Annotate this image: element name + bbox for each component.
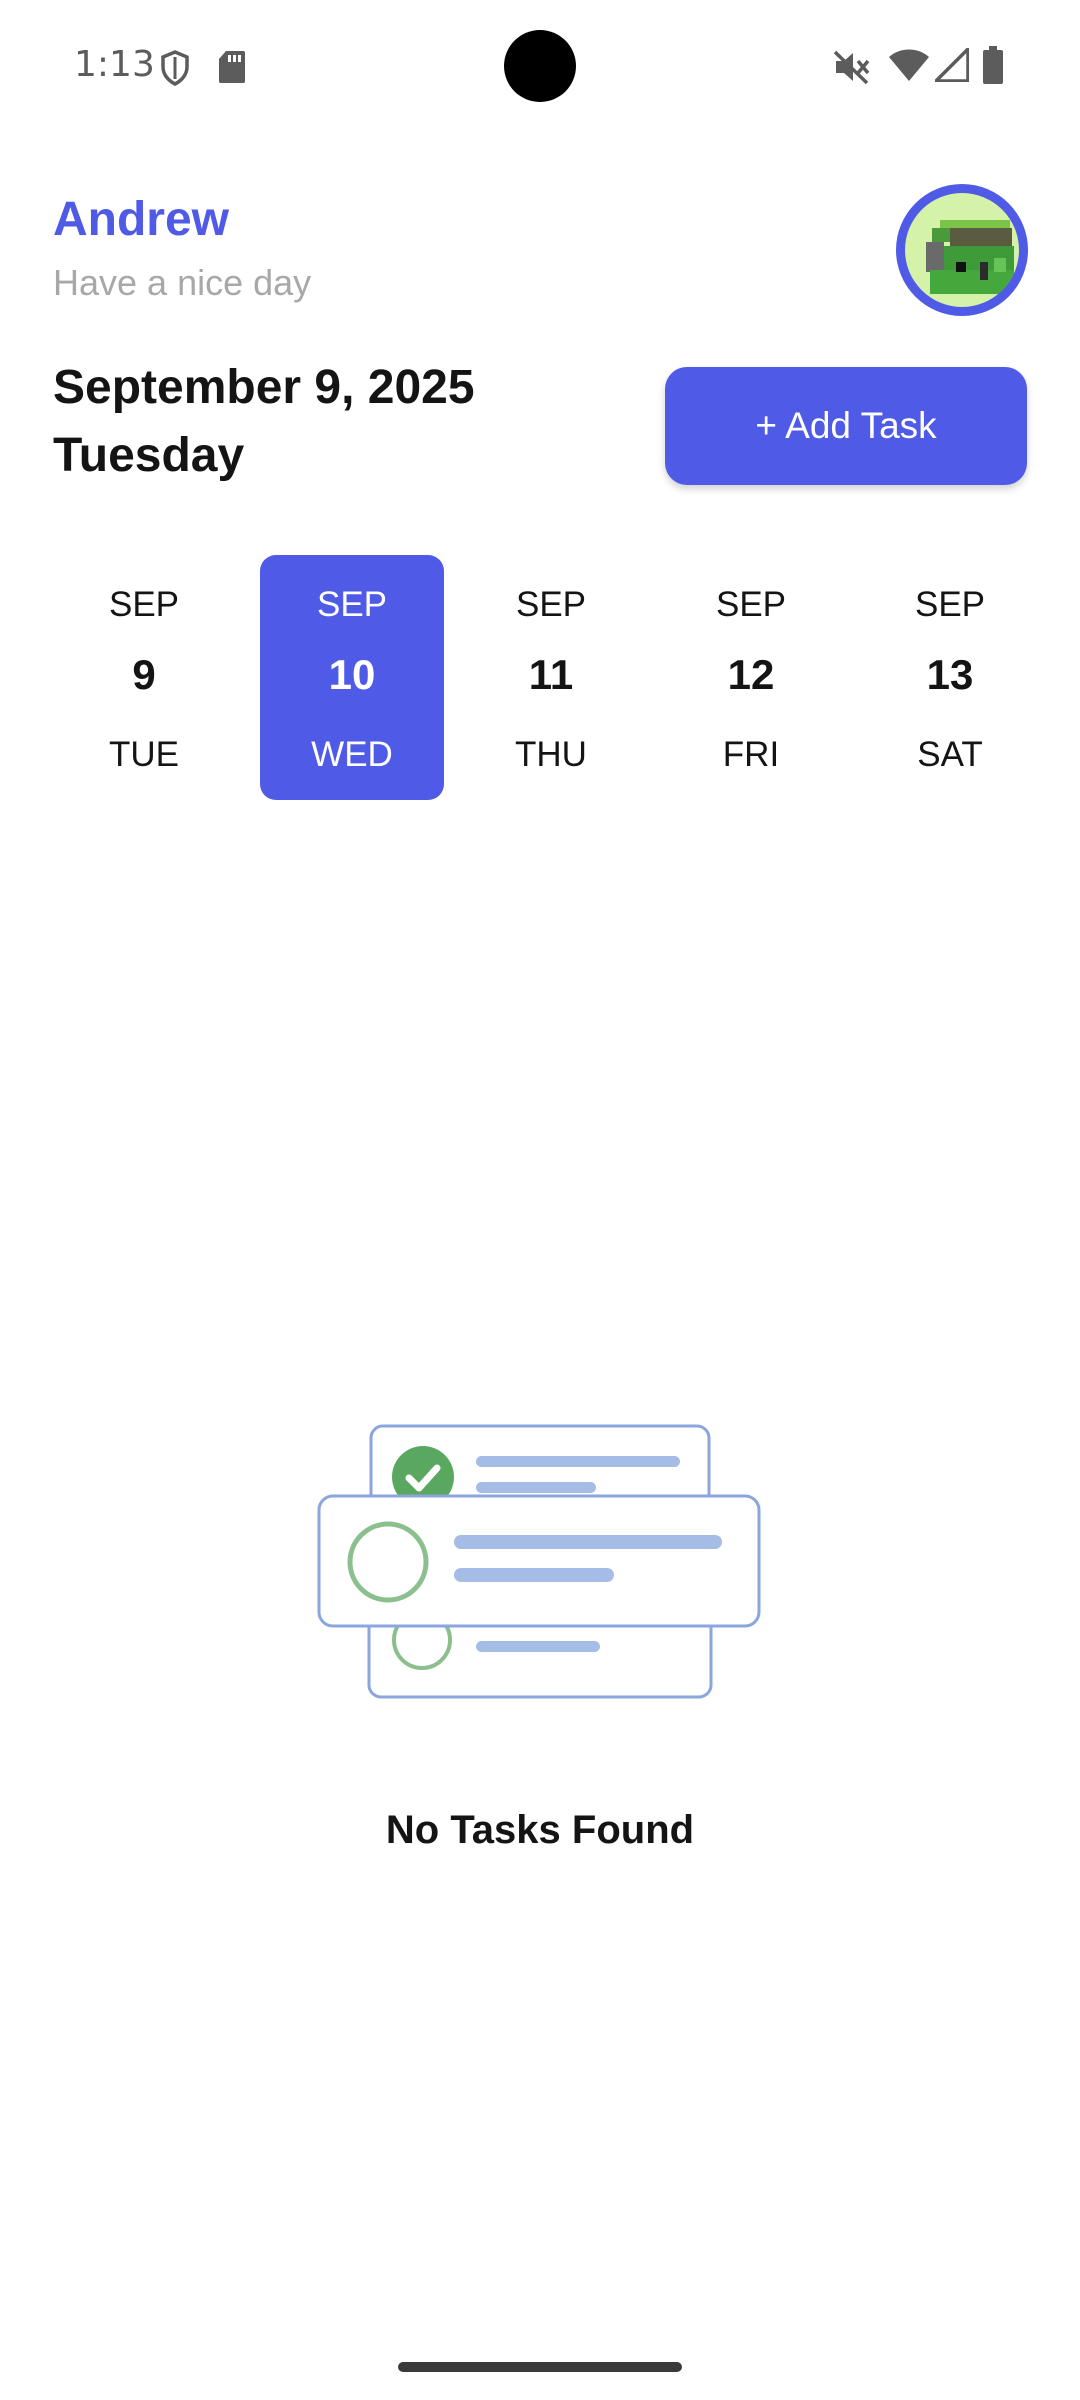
day-cell-sep-10[interactable]: SEP 10 WED <box>260 555 444 800</box>
mute-icon <box>833 50 870 85</box>
day-cell-sep-11[interactable]: SEP 11 THU <box>459 555 643 800</box>
day-number: 12 <box>727 651 775 698</box>
current-date: September 9, 2025 <box>53 361 475 414</box>
avatar[interactable] <box>896 184 1028 316</box>
home-indicator[interactable] <box>398 2362 682 2372</box>
status-time: 1:13 <box>74 44 155 85</box>
shield-icon <box>161 50 189 86</box>
day-month: SEP <box>316 585 388 624</box>
task-list-illustration-icon <box>317 1424 761 1699</box>
pixel-avatar-icon <box>905 193 1019 307</box>
wifi-icon <box>889 49 929 81</box>
day-weekday: FRI <box>722 735 780 774</box>
day-month: SEP <box>108 585 180 624</box>
day-number: 11 <box>528 651 574 698</box>
day-picker: SEP 9 TUE SEP 10 WED SEP 11 THU SEP 12 F… <box>52 555 1048 800</box>
day-number: 13 <box>926 651 974 698</box>
greeting-text: Have a nice day <box>53 262 312 303</box>
day-weekday: SAT <box>917 735 983 774</box>
add-task-button[interactable]: + Add Task <box>665 367 1027 485</box>
sd-card-icon <box>219 51 245 83</box>
current-weekday: Tuesday <box>53 429 245 482</box>
day-cell-sep-12[interactable]: SEP 12 FRI <box>659 555 843 800</box>
day-weekday: THU <box>515 735 587 774</box>
day-month: SEP <box>515 585 587 624</box>
day-weekday: WED <box>311 735 393 774</box>
user-name: Andrew <box>53 193 230 246</box>
day-number: 9 <box>132 651 156 698</box>
day-month: SEP <box>715 585 787 624</box>
status-bar: 1:13 <box>0 0 1080 132</box>
empty-state-message: No Tasks Found <box>385 1808 695 1852</box>
day-month: SEP <box>914 585 986 624</box>
day-number: 10 <box>328 651 376 698</box>
day-weekday: TUE <box>109 735 179 774</box>
camera-cutout <box>504 30 576 102</box>
day-cell-sep-9[interactable]: SEP 9 TUE <box>52 555 236 800</box>
signal-icon <box>935 48 969 82</box>
battery-icon <box>983 46 1003 84</box>
day-cell-sep-13[interactable]: SEP 13 SAT <box>858 555 1042 800</box>
